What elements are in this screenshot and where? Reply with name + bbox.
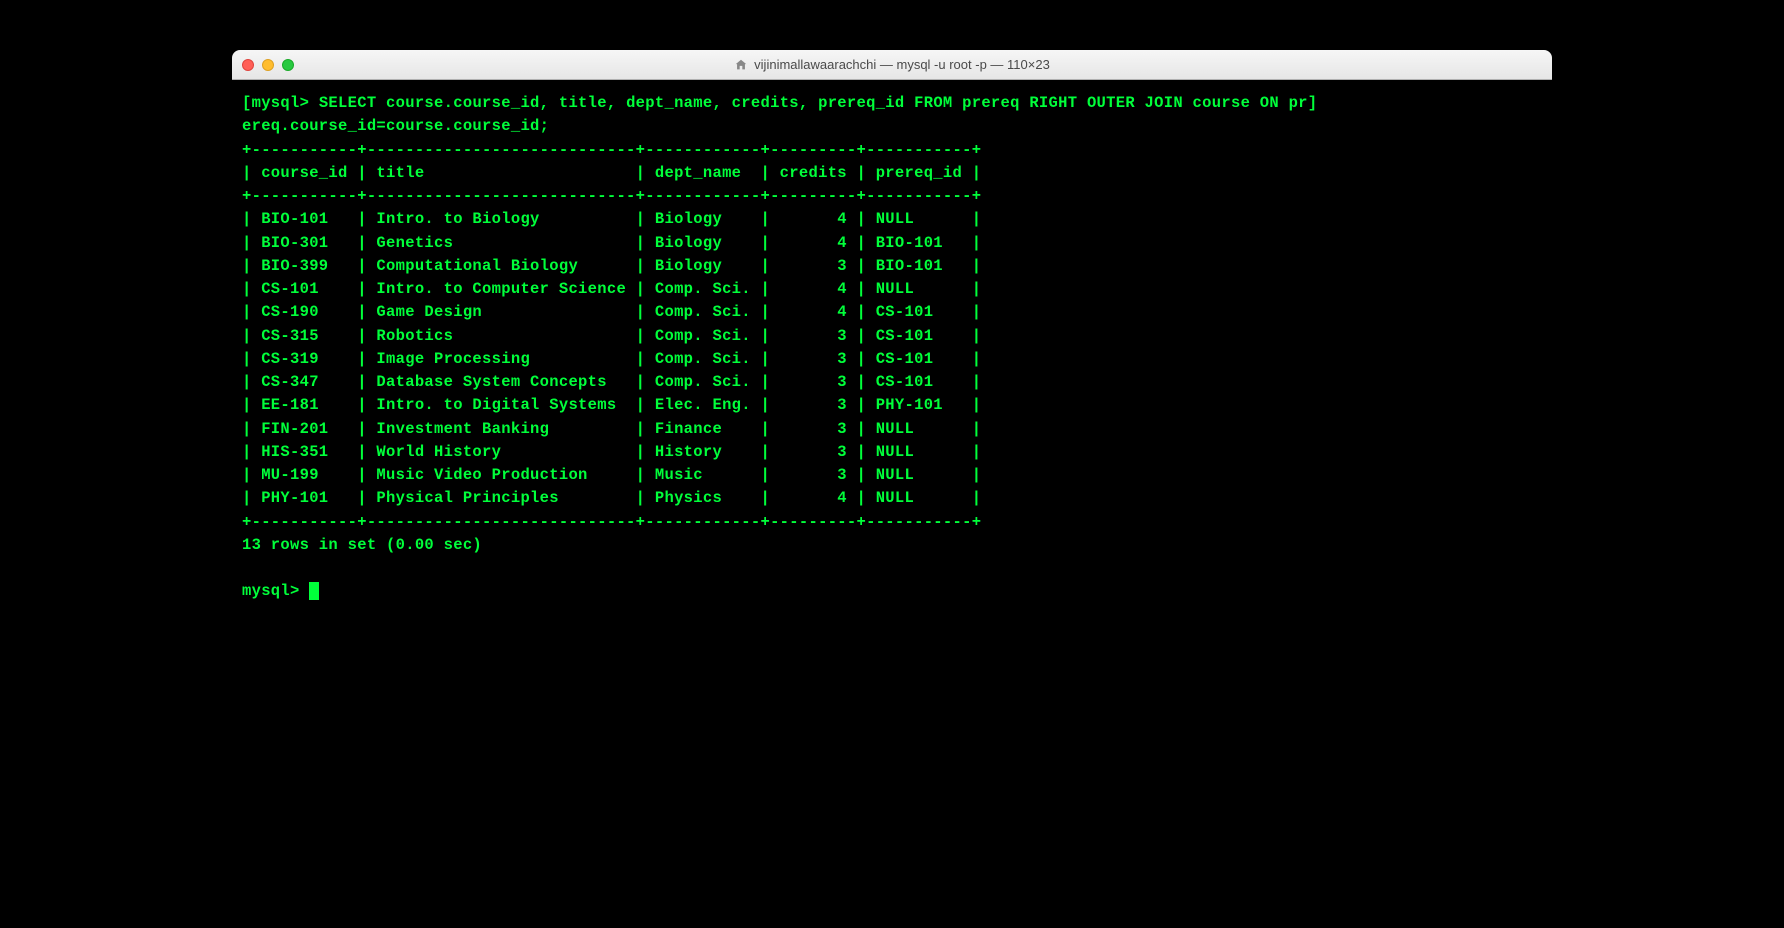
terminal-output[interactable]: [mysql> SELECT course.course_id, title, … [232, 80, 1552, 634]
home-icon [734, 58, 748, 72]
terminal-window: vijinimallawaarachchi — mysql -u root -p… [232, 50, 1552, 634]
window-titlebar[interactable]: vijinimallawaarachchi — mysql -u root -p… [232, 50, 1552, 80]
window-title-text: vijinimallawaarachchi — mysql -u root -p… [754, 57, 1050, 72]
window-title: vijinimallawaarachchi — mysql -u root -p… [232, 57, 1552, 72]
cursor [309, 582, 319, 600]
